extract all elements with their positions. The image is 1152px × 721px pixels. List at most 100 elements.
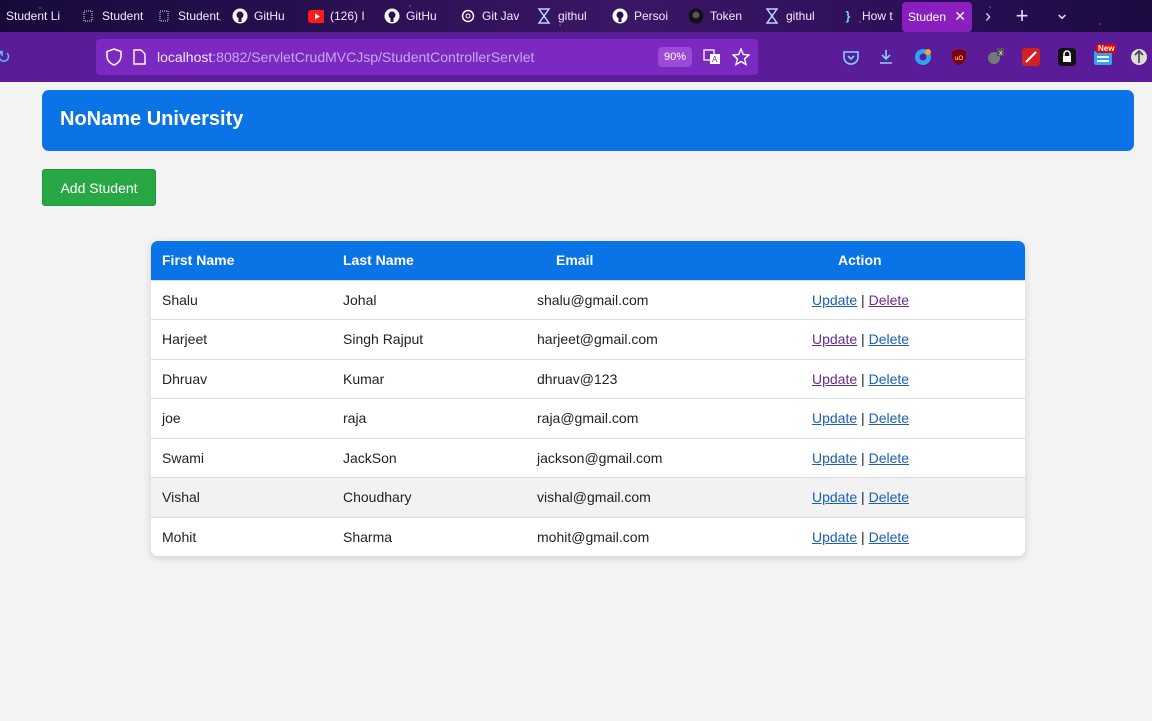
tab-label: GitHu — [254, 9, 285, 23]
tab-scroll-right-icon[interactable]: › — [972, 6, 1004, 27]
shield-icon[interactable] — [106, 48, 122, 71]
site-header: NoName University — [42, 90, 1134, 151]
youtube-icon — [308, 8, 324, 24]
tab-label: Student — [908, 9, 947, 24]
tab-youtube[interactable]: (126) I — [302, 0, 378, 32]
zoom-level-badge[interactable]: 90% — [658, 47, 692, 67]
url-path: :8082/ServletCrudMVCJsp/StudentControlle… — [212, 49, 535, 65]
tab-student-list-2[interactable]: Student Li — [74, 0, 150, 32]
page-icon — [156, 8, 172, 24]
tab-github-personal[interactable]: Persoi — [606, 0, 682, 32]
tab-chatgpt[interactable]: Git Jav — [454, 0, 530, 32]
last-name-cell: Choudhary — [343, 489, 412, 506]
column-header-action: Action — [838, 252, 882, 269]
email-cell: shalu@gmail.com — [537, 291, 649, 308]
page-icon — [80, 8, 96, 24]
extension-puzzle-icon[interactable] — [1130, 48, 1148, 66]
last-name-cell: Kumar — [343, 370, 385, 387]
students-table-card: First Name Last Name Email Action Shalu … — [151, 241, 1025, 556]
new-badge: New — [1096, 44, 1117, 53]
downloads-icon[interactable] — [877, 48, 895, 66]
update-link[interactable]: Update — [812, 292, 857, 308]
update-link[interactable]: Update — [812, 489, 857, 505]
delete-link[interactable]: Delete — [869, 371, 909, 387]
hourglass-icon — [764, 8, 780, 24]
first-name-cell: joe — [162, 410, 181, 427]
update-link[interactable]: Update — [812, 410, 857, 426]
link-separator: | — [861, 410, 865, 427]
tab-how-to[interactable]: } How t — [834, 0, 902, 32]
email-cell: mohit@gmail.com — [537, 529, 650, 545]
link-separator: | — [861, 291, 865, 308]
tab-github-2[interactable]: GitHu — [378, 0, 454, 32]
delete-link[interactable]: Delete — [869, 529, 909, 545]
bookmark-star-icon[interactable] — [731, 47, 751, 71]
pocket-icon[interactable] — [842, 48, 860, 66]
update-link[interactable]: Update — [812, 529, 857, 545]
new-tab-icon[interactable]: + — [1006, 3, 1038, 29]
tab-student-active[interactable]: Student ✕ — [902, 1, 972, 32]
column-header-first-name: First Name — [162, 252, 235, 269]
link-separator: | — [861, 331, 865, 348]
action-cell: Update | Delete — [801, 359, 1025, 399]
tab-label: Student Li — [178, 9, 220, 23]
extension-disabled-icon[interactable]: x — [986, 48, 1004, 66]
email-cell: vishal@gmail.com — [537, 489, 651, 506]
tab-github-search-2[interactable]: githul — [758, 0, 834, 32]
hourglass-icon — [536, 8, 552, 24]
table-row: Vishal Choudhary vishal@gmail.com Update… — [151, 477, 1025, 518]
tab-label: Git Jav — [482, 9, 520, 23]
close-tab-icon[interactable]: ✕ — [954, 8, 966, 25]
delete-link[interactable]: Delete — [869, 331, 909, 347]
tab-github-1[interactable]: GitHu — [226, 0, 302, 32]
last-name-cell: Sharma — [343, 529, 393, 545]
firefox-account-icon[interactable] — [914, 48, 932, 66]
colorzilla-icon[interactable] — [1022, 48, 1040, 66]
action-cell: Update | Delete — [801, 478, 1025, 518]
reload-icon[interactable]: ↻ — [0, 47, 11, 68]
tab-student-list-1[interactable]: Student Li — [0, 0, 74, 32]
lock-extension-icon[interactable] — [1058, 48, 1076, 66]
svg-text:A: A — [712, 55, 718, 64]
github-icon — [384, 8, 400, 24]
url-text[interactable]: localhost:8082/ServletCrudMVCJsp/Student… — [157, 49, 534, 65]
tab-github-search-1[interactable]: githul — [530, 0, 606, 32]
update-link[interactable]: Update — [812, 371, 857, 387]
first-name-cell: Vishal — [162, 489, 200, 506]
tab-label: Student Li — [6, 9, 61, 23]
add-student-button[interactable]: Add Student — [42, 169, 156, 206]
navigation-bar: ↻ localhost:8082/ServletCrudMVCJsp/Stude… — [0, 32, 1152, 82]
tab-label: githul — [558, 9, 587, 23]
translate-icon[interactable]: A — [703, 48, 721, 71]
action-cell: Update | Delete — [801, 320, 1025, 360]
update-link[interactable]: Update — [812, 450, 857, 466]
delete-link[interactable]: Delete — [869, 450, 909, 466]
tab-student-list-3[interactable]: Student Li — [150, 0, 226, 32]
update-link[interactable]: Update — [812, 331, 857, 347]
page-info-icon[interactable] — [132, 49, 146, 70]
site-title: NoName University — [60, 108, 244, 130]
link-separator: | — [861, 370, 865, 387]
table-row: Harjeet Singh Rajput harjeet@gmail.com U… — [151, 319, 1025, 360]
svg-text:uO: uO — [955, 56, 963, 62]
column-header-last-name: Last Name — [343, 252, 414, 269]
tab-list-icon[interactable]: ⌄ — [1046, 3, 1078, 24]
table-row: joe raja raja@gmail.com Update | Delete — [151, 398, 1025, 439]
email-cell: dhruav@123 — [537, 370, 618, 387]
action-cell: Update | Delete — [801, 438, 1025, 478]
tab-label: Persoi — [634, 9, 669, 23]
tab-label: Student Li — [102, 9, 144, 23]
braces-icon: } — [845, 9, 851, 23]
tab-label: GitHu — [406, 9, 437, 23]
table-row: Swami JackSon jackson@gmail.com Update |… — [151, 438, 1025, 478]
tab-github-token[interactable]: Token — [682, 0, 758, 32]
url-bar[interactable]: localhost:8082/ServletCrudMVCJsp/Student… — [96, 39, 758, 75]
delete-link[interactable]: Delete — [869, 410, 909, 426]
first-name-cell: Swami — [162, 449, 205, 466]
delete-link[interactable]: Delete — [869, 489, 909, 505]
ublock-icon[interactable]: uO — [950, 48, 968, 66]
tab-label: githul — [786, 9, 815, 23]
delete-link[interactable]: Delete — [869, 292, 909, 308]
first-name-cell: Shalu — [162, 291, 198, 308]
link-separator: | — [861, 529, 865, 545]
